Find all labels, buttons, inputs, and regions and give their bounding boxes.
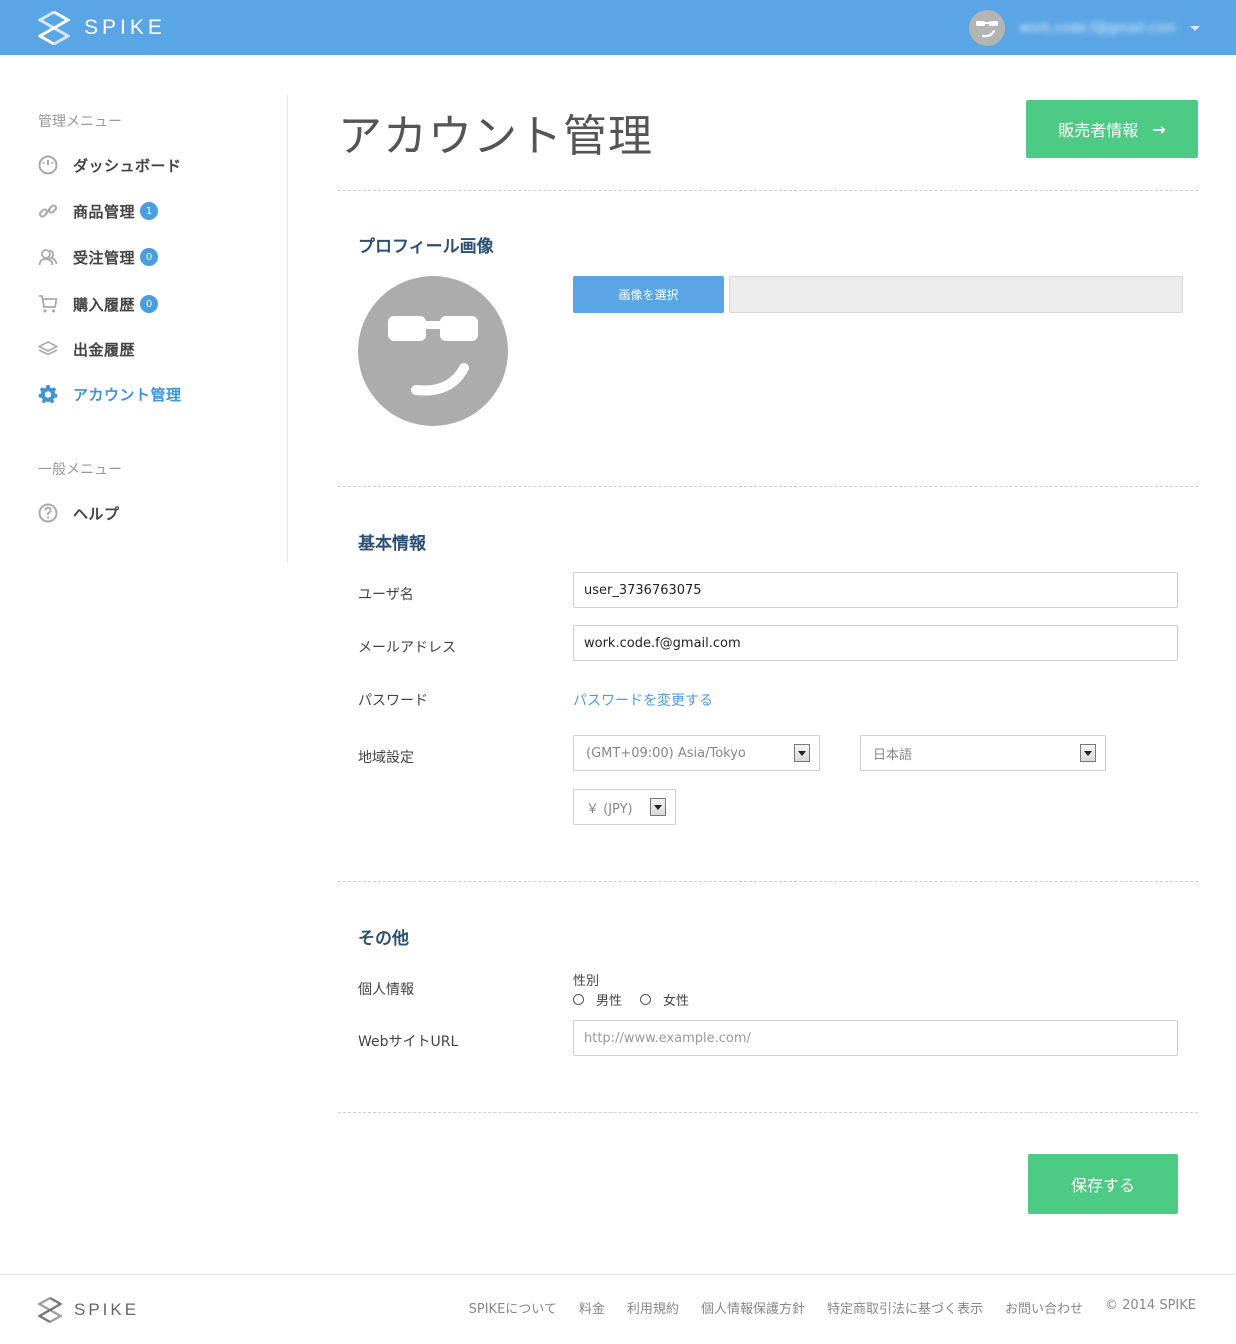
sidebar-item-label: 出金履歴 (73, 340, 136, 359)
password-label: パスワード (358, 693, 428, 709)
count-badge: 1 (140, 202, 159, 220)
footer-link-contact[interactable]: お問い合わせ (1005, 1298, 1083, 1317)
gender-male-label: 男性 (596, 994, 623, 1009)
email-input[interactable]: work.code.f@gmail.com (573, 625, 1178, 661)
email-label: メールアドレス (358, 640, 456, 656)
top-bar: SPIKE work.code.f@gmail.com (0, 0, 1236, 55)
username-label: ユーザ名 (358, 587, 414, 603)
section-divider (338, 486, 1198, 487)
basic-section-title: 基本情報 (358, 534, 426, 554)
sunglasses-face-icon (388, 316, 478, 396)
help-icon (38, 503, 58, 523)
sunglasses-face-icon (976, 21, 999, 38)
chevron-down-icon[interactable] (1190, 25, 1200, 31)
language-select[interactable]: 日本語 (860, 735, 1106, 771)
sidebar-item-products[interactable]: 商品管理 1 (38, 199, 159, 223)
user-menu[interactable]: work.code.f@gmail.com (969, 10, 1200, 46)
choose-image-button[interactable]: 画像を選択 (573, 276, 724, 313)
page-title: アカウント管理 (338, 111, 653, 162)
sidebar-item-label: 商品管理 (73, 202, 136, 221)
gear-icon (38, 384, 58, 404)
layers-icon (38, 339, 58, 359)
gender-female-label: 女性 (663, 994, 690, 1009)
section-divider (338, 190, 1198, 191)
dashboard-icon (38, 155, 58, 175)
section-divider (338, 881, 1198, 882)
sidebar-item-label: ヘルプ (73, 504, 120, 523)
seller-info-label: 販売者情報 (1058, 121, 1139, 140)
change-password-link[interactable]: パスワードを変更する (573, 690, 713, 710)
website-input[interactable]: http://www.example.com/ (573, 1020, 1178, 1056)
sidebar-item-label: 受注管理 (73, 248, 136, 267)
copyright: © 2014 SPIKE (1104, 1298, 1196, 1313)
website-label: WebサイトURL (358, 1034, 459, 1050)
link-icon (38, 201, 58, 221)
timezone-select[interactable]: (GMT+09:00) Asia/Tokyo (573, 735, 820, 771)
user-email: work.code.f@gmail.com (1019, 20, 1176, 36)
language-value: 日本語 (873, 747, 913, 763)
other-section-title: その他 (358, 929, 409, 949)
sidebar-item-label: 購入履歴 (73, 295, 136, 314)
currency-select[interactable]: ￥ (JPY) (573, 789, 676, 825)
spike-logo-icon (38, 10, 70, 46)
profile-avatar (358, 276, 508, 426)
spike-logo[interactable]: SPIKE (38, 10, 166, 46)
gender-label: 性別 (573, 974, 600, 989)
brand-name: SPIKE (84, 16, 166, 39)
seller-info-button[interactable]: 販売者情報 → (1026, 100, 1198, 158)
profile-section-title: プロフィール画像 (358, 237, 494, 257)
sidebar-item-label: アカウント管理 (73, 385, 182, 404)
footer: SPIKE SPIKEについて 料金 利用規約 個人情報保護方針 特定商取引法に… (0, 1274, 1236, 1344)
sidebar-item-account[interactable]: アカウント管理 (38, 382, 182, 406)
user-avatar (969, 10, 1006, 46)
dropdown-arrow-icon (794, 744, 810, 762)
gender-female-option[interactable]: 女性 (640, 990, 689, 1009)
gender-radio-group: 男性 女性 (573, 990, 707, 1009)
radio-female[interactable] (640, 994, 652, 1005)
file-name-field[interactable] (729, 276, 1183, 313)
save-button[interactable]: 保存する (1028, 1154, 1178, 1214)
count-badge: 0 (140, 248, 159, 266)
arrow-right-icon: → (1152, 119, 1166, 139)
currency-value: ￥ (JPY) (586, 801, 633, 817)
sidebar: 管理メニュー ダッシュボード 商品管理 1 受注管理 0 購入履歴 0 出金履歴 (0, 95, 288, 563)
gender-male-option[interactable]: 男性 (573, 990, 622, 1009)
footer-link-about[interactable]: SPIKEについて (469, 1298, 557, 1317)
users-icon (38, 247, 58, 267)
sidebar-item-orders[interactable]: 受注管理 0 (38, 245, 159, 269)
sidebar-item-purchases[interactable]: 購入履歴 0 (38, 292, 159, 316)
spike-logo-icon (38, 1297, 62, 1323)
sidebar-item-help[interactable]: ヘルプ (38, 501, 120, 525)
dropdown-arrow-icon (650, 798, 666, 816)
general-menu-heading: 一般メニュー (38, 462, 122, 478)
dropdown-arrow-icon (1080, 744, 1096, 762)
sidebar-item-withdrawals[interactable]: 出金履歴 (38, 337, 135, 361)
count-badge: 0 (140, 295, 159, 313)
footer-link-pricing[interactable]: 料金 (579, 1298, 605, 1317)
cart-icon (38, 294, 58, 314)
footer-link-privacy[interactable]: 個人情報保護方針 (701, 1298, 805, 1317)
footer-link-terms[interactable]: 利用規約 (627, 1298, 679, 1317)
footer-link-commerce-law[interactable]: 特定商取引法に基づく表示 (827, 1298, 983, 1317)
footer-links: SPIKEについて 料金 利用規約 個人情報保護方針 特定商取引法に基づく表示 … (447, 1298, 1196, 1317)
username-input[interactable]: user_3736763075 (573, 572, 1178, 608)
timezone-value: (GMT+09:00) Asia/Tokyo (586, 745, 746, 761)
section-divider (338, 1112, 1198, 1113)
radio-male[interactable] (573, 994, 584, 1005)
sidebar-item-dashboard[interactable]: ダッシュボード (38, 153, 182, 177)
region-label: 地域設定 (358, 750, 414, 766)
footer-logo[interactable]: SPIKE (38, 1296, 139, 1324)
footer-brand: SPIKE (74, 1300, 140, 1319)
admin-menu-heading: 管理メニュー (38, 114, 122, 130)
personal-info-label: 個人情報 (358, 982, 414, 998)
sidebar-item-label: ダッシュボード (73, 156, 182, 175)
